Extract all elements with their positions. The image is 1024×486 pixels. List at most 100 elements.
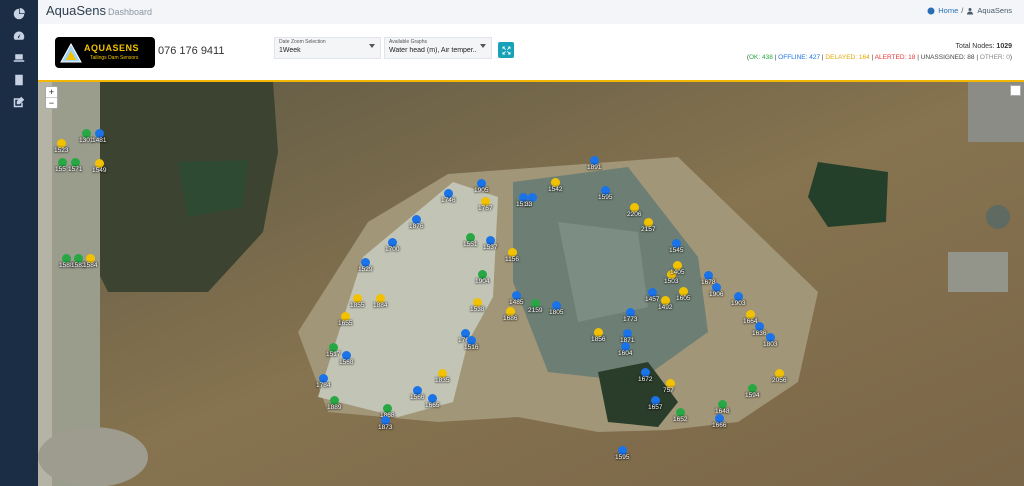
sidebar-item-reports[interactable] [0,69,38,91]
sensor-node-label: 1584 [83,262,98,269]
sensor-node-label: 2157 [641,226,656,233]
logo-triangle-icon [60,43,82,63]
sensor-node-label: 1605 [676,295,691,302]
sensor-node-label: 1803 [763,341,778,348]
sensor-node-label: 1767 [478,205,493,212]
satellite-map[interactable]: + − 1523 1301 1481 155 1571 1549 1588 1582 1584 1… [38,82,1024,486]
sensor-node-label: 1636 [752,330,767,337]
laptop-icon [13,54,25,62]
sensor-node-label: 1537 [483,244,498,251]
book-icon [15,74,23,86]
available-graphs-select[interactable]: Available Graphs Water head (m), Air tem… [384,37,492,59]
zoom-control: + − [45,86,58,109]
sidebar-item-devices[interactable] [0,47,38,69]
sensor-node-label: 1773 [623,316,638,323]
expand-icon [502,46,510,54]
logo-brand: AQUASENS [84,43,140,53]
status-offline: OFFLINE: 427 [778,54,821,61]
sidebar-item-dashboard[interactable] [0,3,38,25]
sensor-node-label: 1666 [712,422,727,429]
available-graphs-label: Available Graphs [389,39,427,45]
sensor-node-label: 757 [663,387,674,394]
sensor-node-label: 1655 [338,320,353,327]
sensor-node-label: 1657 [648,404,663,411]
sensor-node-label: 1595 [598,194,613,201]
sensor-node-label: 1746 [441,197,456,204]
sensor-node-label: 1156 [505,256,519,263]
sensor-node-label: 1551 [463,241,478,248]
date-zoom-label: Date Zoom Selection [279,39,326,45]
sensor-node-label: 1876 [409,223,424,230]
dashboard-icon [13,8,25,20]
zoom-out-button[interactable]: − [46,98,57,108]
sensor-node-label: 1686 [503,315,518,322]
sensor-node-label: 1855 [350,302,365,309]
breadcrumb: Home / AquaSens [927,6,1012,15]
status-alerted: ALERTED: 18 [874,54,916,61]
status-delayed: DELAYED: 164 [825,54,870,61]
sensor-node-label: 1516 [464,344,479,351]
breadcrumb-home-link[interactable]: Home [938,6,958,15]
sensor-node-label: 1672 [638,376,653,383]
sensor-node-label: 1784 [316,382,331,389]
total-nodes: Total Nodes: 1029 [956,43,1012,50]
sensor-node-label: 155 [55,166,66,173]
date-zoom-value: 1Week [279,47,301,54]
sensor-node-label: 1549 [92,167,107,174]
date-zoom-select[interactable]: Date Zoom Selection 1Week [274,37,381,59]
sensor-node-label: 1566 [410,394,425,401]
sensor-node-label: 1891 [587,164,602,171]
available-graphs-value: Water head (m), Air temper... [389,47,477,54]
sensor-node-label: 1906 [709,291,724,298]
sensor-node-label: 1568 [339,359,354,366]
sensor-node-label: 1805 [549,309,564,316]
sensor-node-label: 1542 [548,186,563,193]
sensor-node-label: 1481 [92,137,107,144]
status-ok: OK: 438 [749,54,773,61]
header-panel: AQUASENS Tailings Dam Sensors 076 176 94… [38,24,1024,82]
sensor-node-label: 1665 [425,402,440,409]
chevron-down-icon [480,44,486,48]
sensor-node-label: 1889 [327,404,342,411]
sensor-node-label: 1529 [358,266,373,273]
sidebar-item-gauge[interactable] [0,25,38,47]
map-background [38,82,1024,486]
status-other: OTHER: 0 [979,54,1010,61]
phone-number: 076 176 9411 [158,45,225,57]
sensor-node-label: 1873 [378,424,393,431]
sensor-node-label: 1904 [475,278,490,285]
sensor-node-label: 1903 [731,300,746,307]
sensor-node-label: 2206 [627,211,642,218]
gauge-icon [13,31,25,40]
zoom-in-button[interactable]: + [46,87,57,98]
chevron-down-icon [369,44,375,48]
logo-tagline: Tailings Dam Sensors [90,55,139,61]
sensor-node-label: 1517 [326,351,341,358]
sensor-node-label: 1492 [658,304,673,311]
stats-close: ) [1009,54,1012,61]
sensor-node-label: 1905 [474,187,489,194]
sensor-node-label: 1545 [669,247,684,254]
map-fullscreen-button[interactable] [1010,85,1021,96]
sensor-node-label: 1700 [385,246,400,253]
aquasens-logo: AQUASENS Tailings Dam Sensors [55,37,155,68]
edit-icon [13,96,25,108]
topbar: AquaSens Dashboard Home / AquaSens [38,0,1024,24]
sensor-node-label: 1652 [673,416,688,423]
total-nodes-value: 1029 [996,43,1012,50]
sensor-node-label: 1604 [618,350,633,357]
sensor-node-label: 1571 [68,166,83,173]
sensor-node-label: 1594 [745,392,760,399]
status-unassigned: UNASSIGNED: 88 [920,54,975,61]
sidebar-item-edit[interactable] [0,91,38,113]
user-icon [967,7,974,14]
sensor-node-label: 2159 [528,307,543,314]
sensor-node-label: 1485 [509,299,524,306]
sensor-node-label: 33 [525,201,533,208]
expand-button[interactable] [498,42,514,58]
app-subtitle: Dashboard [108,7,153,17]
sensor-node-label: 1884 [373,302,388,309]
sensor-node-label: 1457 [645,296,660,303]
sensor-node-label: 2056 [772,377,787,384]
dashboard-icon [927,7,935,14]
